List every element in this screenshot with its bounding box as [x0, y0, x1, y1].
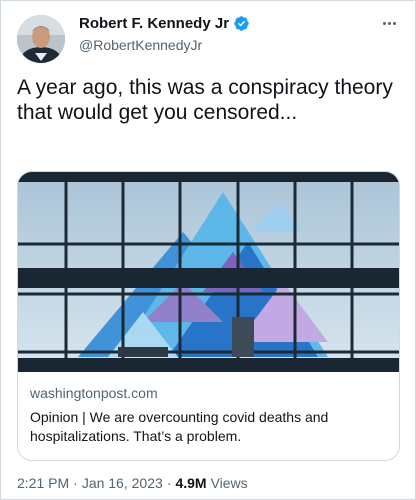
tweet-header: Robert F. Kennedy Jr @RobertKennedyJr	[17, 11, 401, 63]
link-card-domain: washingtonpost.com	[30, 385, 158, 401]
link-card[interactable]: washingtonpost.com Opinion | We are over…	[17, 171, 400, 461]
avatar-image	[17, 15, 65, 63]
tweet-meta: 2:21 PM · Jan 16, 2023 · 4.9M Views	[17, 475, 248, 491]
verified-badge-icon	[233, 15, 250, 32]
tweet-container: Robert F. Kennedy Jr @RobertKennedyJr A …	[0, 0, 416, 500]
meta-separator: ·	[73, 475, 78, 491]
meta-separator: ·	[166, 475, 172, 491]
author-handle[interactable]: @RobertKennedyJr	[79, 37, 202, 53]
views-count[interactable]: 4.9M	[175, 475, 206, 491]
tweet-text: A year ago, this was a conspiracy theory…	[17, 76, 393, 124]
author-display-name[interactable]: Robert F. Kennedy Jr	[79, 15, 229, 32]
link-card-title: Opinion | We are overcounting covid deat…	[30, 409, 329, 444]
views-label: Views	[210, 475, 248, 491]
link-card-image	[18, 172, 399, 372]
tweet-time[interactable]: 2:21 PM	[17, 475, 69, 491]
tweet-date[interactable]: Jan 16, 2023	[82, 475, 163, 491]
author-name-row: Robert F. Kennedy Jr	[79, 15, 250, 32]
link-card-meta: washingtonpost.com Opinion | We are over…	[30, 384, 390, 446]
avatar[interactable]	[17, 15, 65, 63]
more-horizontal-icon[interactable]	[377, 13, 401, 33]
